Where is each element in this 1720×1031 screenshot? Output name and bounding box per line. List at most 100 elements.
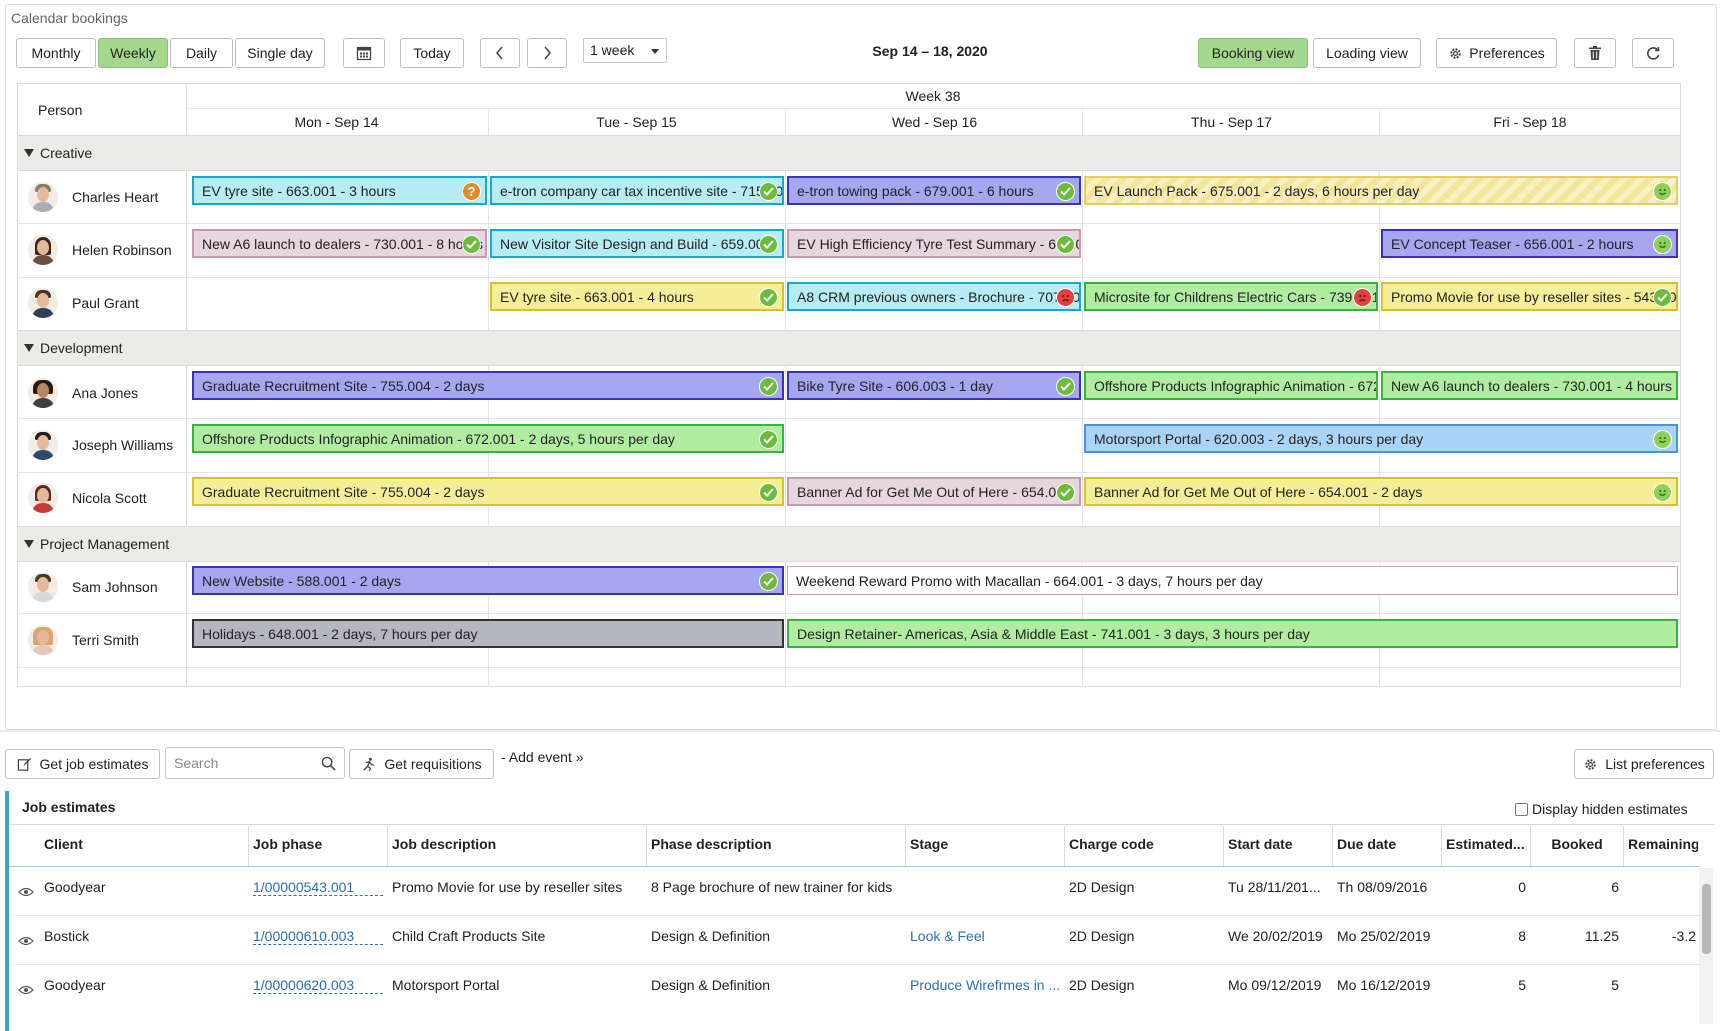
today-button[interactable]: Today [400,38,464,68]
booking-event[interactable]: EV tyre site - 663.001 - 3 hours? [192,176,487,205]
monthly-button[interactable]: Monthly [16,38,96,68]
daily-button[interactable]: Daily [170,38,233,68]
cell-charge-code: 2D Design [1069,928,1219,944]
booking-event[interactable]: Motorsport Portal - 620.003 - 2 days, 3 … [1084,424,1678,453]
booking-event[interactable]: EV tyre site - 663.001 - 4 hours [490,282,784,311]
column-header-stage[interactable]: Stage [910,836,1060,852]
get-job-estimates-button[interactable]: Get job estimates [5,749,160,779]
person-row-terri-smith[interactable]: Terri Smith [28,614,139,666]
display-hidden-estimates[interactable]: Display hidden estimates [1515,801,1688,817]
event-label: New A6 launch to dealers - 730.001 - 8 h… [202,236,483,252]
next-button[interactable] [527,38,567,68]
booking-view-button[interactable]: Booking view [1198,38,1308,68]
booking-event[interactable]: New A6 launch to dealers - 730.001 - 8 h… [192,229,487,258]
previous-button[interactable] [480,38,520,68]
check-circle-icon [1653,288,1672,307]
column-header-start-date[interactable]: Start date [1228,836,1328,852]
booking-event[interactable]: e-tron towing pack - 679.001 - 6 hours [787,176,1081,205]
preferences-button[interactable]: Preferences [1436,38,1557,68]
column-header-booked[interactable]: Booked [1535,836,1619,852]
avatar [28,378,58,408]
booking-event[interactable]: Holidays - 648.001 - 2 days, 7 hours per… [192,619,784,648]
booking-event[interactable]: Microsite for Childrens Electric Cars - … [1084,282,1378,311]
display-hidden-label: Display hidden estimates [1532,801,1688,817]
add-event-link[interactable]: - Add event » [501,749,584,765]
cell-stage-link[interactable]: Look & Feel [910,928,1060,944]
booking-event[interactable]: New Website - 588.001 - 2 days [192,566,784,595]
eye-icon[interactable] [18,887,34,897]
booking-event[interactable]: EV High Efficiency Tyre Test Summary - 6… [787,229,1081,258]
booking-event[interactable]: Bike Tyre Site - 606.003 - 1 day [787,371,1081,400]
booking-event[interactable]: Banner Ad for Get Me Out of Here - 654.0… [787,477,1081,506]
single-day-button[interactable]: Single day [235,38,325,68]
event-label: Banner Ad for Get Me Out of Here - 654.0… [797,484,1072,500]
range-select[interactable]: 1 week [583,38,667,63]
person-row-joseph-williams[interactable]: Joseph Williams [28,419,173,471]
event-label: Banner Ad for Get Me Out of Here - 654.0… [1094,484,1422,500]
group-label: Creative [40,145,92,161]
scrollbar-thumb[interactable] [1702,884,1711,954]
booking-event[interactable]: Graduate Recruitment Site - 755.004 - 2 … [192,371,784,400]
person-row-charles-heart[interactable]: Charles Heart [28,171,158,223]
booking-event[interactable]: Weekend Reward Promo with Macallan - 664… [787,566,1678,595]
person-row-sam-johnson[interactable]: Sam Johnson [28,561,158,613]
column-header-remaining[interactable]: Remaining... [1628,836,1698,852]
booking-event[interactable]: Banner Ad for Get Me Out of Here - 654.0… [1084,477,1678,506]
get-requisitions-button[interactable]: Get requisitions [349,749,494,779]
cell-phase-description: 8 Page brochure of new trainer for kids [651,879,901,895]
booking-event[interactable]: e-tron company car tax incentive site - … [490,176,784,205]
booking-event[interactable]: Graduate Recruitment Site - 755.004 - 2 … [192,477,784,506]
booking-event[interactable]: Offshore Products Infographic Animation … [1084,371,1378,400]
cell-charge-code: 2D Design [1069,879,1219,895]
person-name: Ana Jones [72,385,138,401]
delete-button[interactable] [1574,38,1616,68]
loading-view-button[interactable]: Loading view [1313,38,1421,68]
eye-icon[interactable] [18,985,34,995]
check-circle-icon [759,377,778,396]
person-row-helen-robinson[interactable]: Helen Robinson [28,224,172,276]
booking-event[interactable]: Promo Movie for use by reseller sites - … [1381,282,1678,311]
person-row-nicola-scott[interactable]: Nicola Scott [28,472,147,524]
column-header-job-phase[interactable]: Job phase [253,836,383,852]
person-name: Paul Grant [72,295,139,311]
weekly-button[interactable]: Weekly [98,38,168,68]
cell-stage-link[interactable]: Produce Wirefrmes in ... [910,977,1060,993]
cell-job-description: Child Craft Products Site [392,928,642,944]
list-preferences-button[interactable]: List preferences [1574,749,1714,779]
booking-event[interactable]: Design Retainer- Americas, Asia & Middle… [787,619,1678,648]
cell-job-phase-link[interactable]: 1/00000610.003 [253,928,383,945]
column-header-due-date[interactable]: Due date [1337,836,1437,852]
person-row-ana-jones[interactable]: Ana Jones [28,367,138,419]
person-row-paul-grant[interactable]: Paul Grant [28,277,139,329]
calendar-picker-button[interactable] [343,38,385,68]
search-input[interactable]: Search [165,747,345,779]
booking-event[interactable]: Offshore Products Infographic Animation … [192,424,784,453]
refresh-button[interactable] [1632,38,1674,68]
column-header-client[interactable]: Client [44,836,244,852]
cell-job-phase-link[interactable]: 1/00000620.003 [253,977,383,994]
event-label: EV Concept Teaser - 656.001 - 2 hours [1391,236,1634,252]
booking-event[interactable]: A8 CRM previous owners - Brochure - 707.… [787,282,1081,311]
group-label: Development [40,340,123,356]
cell-job-description: Motorsport Portal [392,977,642,993]
booking-event[interactable]: EV Concept Teaser - 656.001 - 2 hours [1381,229,1678,258]
trash-icon [1588,45,1602,61]
booking-event[interactable]: EV Launch Pack - 675.001 - 2 days, 6 hou… [1084,176,1678,205]
booking-event[interactable]: New A6 launch to dealers - 730.001 - 4 h… [1381,371,1678,400]
group-project-management[interactable]: Project Management [24,536,169,552]
person-name: Joseph Williams [72,437,173,453]
group-development[interactable]: Development [24,340,123,356]
booking-event[interactable]: New Visitor Site Design and Build - 659.… [490,229,784,258]
column-header-charge-code[interactable]: Charge code [1069,836,1219,852]
column-header-estimated[interactable]: Estimated... [1446,836,1528,852]
column-header-phase-description[interactable]: Phase description [651,836,901,852]
day-divider [1082,110,1083,687]
display-hidden-checkbox[interactable] [1515,803,1528,816]
cell-booked: 6 [1535,879,1619,895]
cell-job-phase-link[interactable]: 1/00000543.001 [253,879,383,896]
panel-splitter[interactable] [0,730,1720,732]
eye-icon[interactable] [18,936,34,946]
column-divider [905,826,906,866]
column-header-job-description[interactable]: Job description [392,836,642,852]
group-creative[interactable]: Creative [24,145,92,161]
